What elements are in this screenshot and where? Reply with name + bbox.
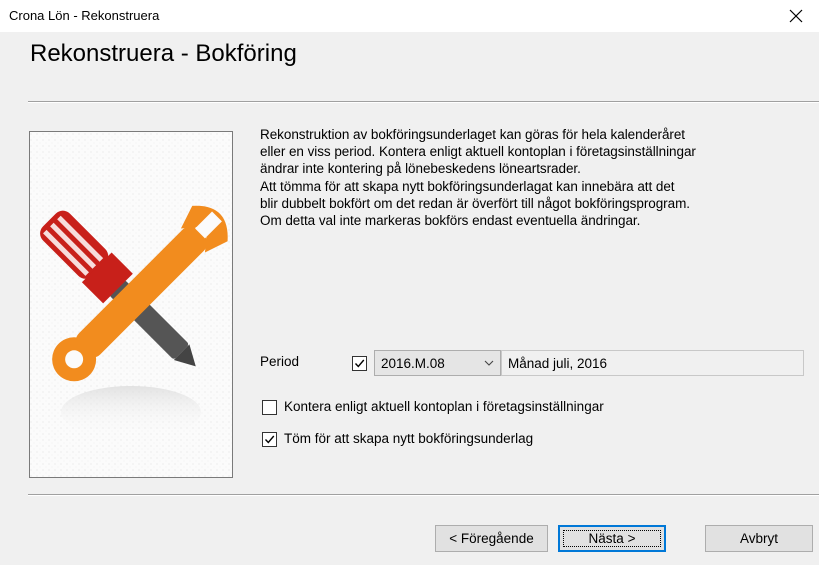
header-divider — [28, 101, 819, 103]
window-title: Crona Lön - Rekonstruera — [9, 8, 160, 23]
tom-checkbox[interactable] — [262, 432, 277, 447]
close-button[interactable] — [773, 0, 819, 32]
previous-button-label: < Föregående — [449, 531, 534, 546]
month-text: Månad juli, 2016 — [508, 356, 608, 371]
title-bar: Crona Lön - Rekonstruera — [0, 0, 819, 32]
period-label: Period — [260, 354, 300, 369]
next-button[interactable]: Nästa > — [558, 525, 666, 552]
checkmark-icon — [264, 435, 275, 444]
tom-label: Töm för att skapa nytt bokföringsunderla… — [284, 431, 534, 446]
kontera-label: Kontera enligt aktuell kontoplan i föret… — [284, 399, 604, 414]
page-title: Rekonstruera - Bokföring — [30, 40, 297, 67]
focus-rect — [563, 530, 661, 547]
wizard-image — [29, 131, 233, 478]
dialog-window: Crona Lön - Rekonstruera Rekonstruera - … — [0, 0, 819, 565]
previous-button[interactable]: < Föregående — [435, 525, 548, 552]
period-checkbox[interactable] — [352, 356, 367, 371]
checkmark-icon — [354, 359, 365, 368]
cancel-button-label: Avbryt — [739, 531, 778, 546]
kontera-checkbox[interactable] — [262, 400, 277, 415]
footer-divider — [28, 494, 819, 496]
period-select-value: 2016.M.08 — [381, 356, 445, 371]
description-text: Rekonstruktion av bokföringsunderlaget k… — [260, 127, 696, 229]
chevron-down-icon — [484, 360, 494, 366]
close-icon — [789, 9, 803, 23]
cancel-button[interactable]: Avbryt — [705, 525, 813, 552]
wrench-screwdriver-icon — [30, 132, 232, 477]
period-select[interactable]: 2016.M.08 — [374, 350, 501, 376]
month-display-field: Månad juli, 2016 — [501, 350, 804, 376]
